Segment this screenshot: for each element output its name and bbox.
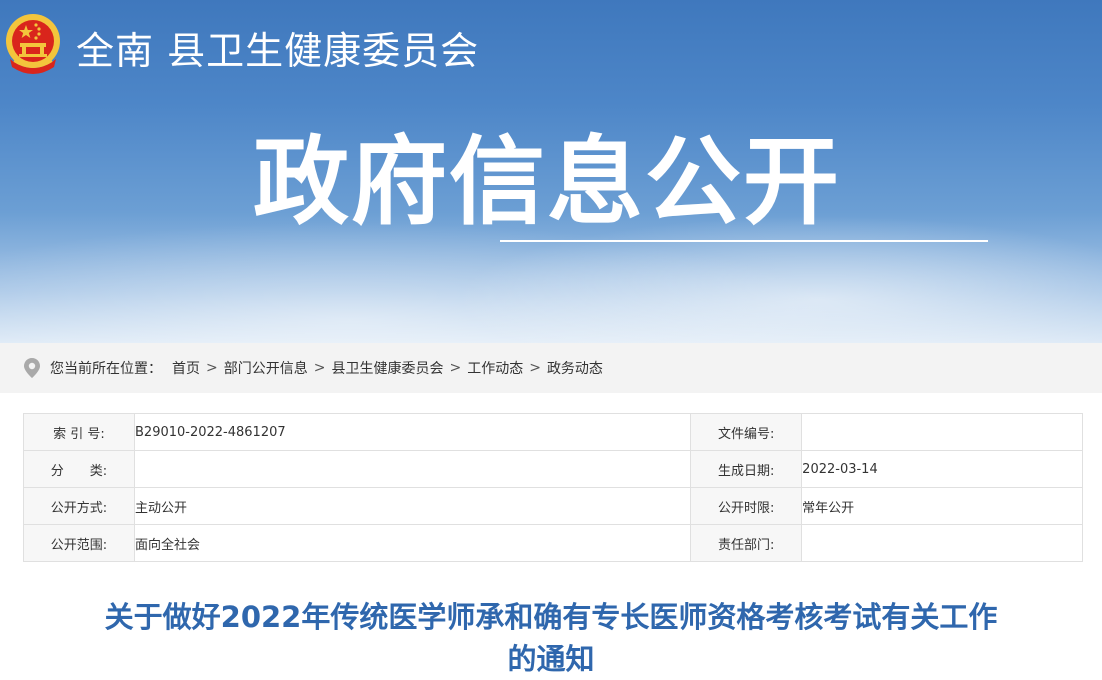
breadcrumb-work-news[interactable]: 工作动态 <box>467 358 523 378</box>
breadcrumb-separator: > <box>529 360 541 376</box>
breadcrumb-department-info[interactable]: 部门公开信息 <box>224 358 308 378</box>
disclosure-period-label: 公开时限: <box>690 487 803 525</box>
article-title: 关于做好2022年传统医学师承和确有专长医师资格考核考试有关工作 的通知 <box>20 596 1082 680</box>
document-number-label: 文件编号: <box>690 413 803 451</box>
disclosure-scope-value: 面向全社会 <box>133 524 692 562</box>
article-title-line-2: 的通知 <box>507 642 595 676</box>
created-date-label: 生成日期: <box>690 450 803 488</box>
responsible-department-label: 责任部门: <box>690 524 803 562</box>
breadcrumb-government-news[interactable]: 政务动态 <box>547 358 603 378</box>
category-value <box>133 450 692 488</box>
breadcrumb: 您当前所在位置： 首页 > 部门公开信息 > 县卫生健康委员会 > 工作动态 >… <box>0 343 1102 393</box>
breadcrumb-separator: > <box>449 360 462 376</box>
disclosure-method-label: 公开方式: <box>23 487 135 525</box>
document-metadata-table: 索 引 号: B29010-2022-4861207 文件编号: 分 类: 生成… <box>23 413 1083 562</box>
article-title-line-1: 关于做好2022年传统医学师承和确有专长医师资格考核考试有关工作 <box>104 600 998 634</box>
breadcrumb-home[interactable]: 首页 <box>172 358 200 378</box>
breadcrumb-health-commission[interactable]: 县卫生健康委员会 <box>331 358 443 378</box>
table-row: 公开范围: 面向全社会 责任部门: <box>23 524 1083 562</box>
category-label: 分 类: <box>23 450 135 488</box>
banner-title-underline <box>500 240 988 242</box>
location-pin-icon <box>24 358 40 378</box>
document-number-value <box>801 413 1083 451</box>
disclosure-method-value: 主动公开 <box>133 487 692 525</box>
table-row: 分 类: 生成日期: 2022-03-14 <box>23 450 1083 488</box>
disclosure-scope-label: 公开范围: <box>23 524 135 562</box>
responsible-department-value <box>801 524 1083 562</box>
index-number-label: 索 引 号: <box>23 413 135 451</box>
header-banner: 全南 县卫生健康委员会 政府信息公开 <box>0 0 1102 343</box>
breadcrumb-separator: > <box>206 360 218 376</box>
site-org-name[interactable]: 全南 县卫生健康委员会 <box>76 20 479 75</box>
breadcrumb-prefix: 您当前所在位置： <box>50 361 162 377</box>
national-emblem-icon[interactable] <box>4 13 62 75</box>
banner-title: 政府信息公开 <box>253 126 841 238</box>
table-row: 索 引 号: B29010-2022-4861207 文件编号: <box>23 413 1083 451</box>
disclosure-period-value: 常年公开 <box>801 487 1083 525</box>
table-row: 公开方式: 主动公开 公开时限: 常年公开 <box>23 487 1083 525</box>
created-date-value: 2022-03-14 <box>801 450 1083 488</box>
breadcrumb-separator: > <box>313 360 326 376</box>
index-number-value: B29010-2022-4861207 <box>133 413 692 451</box>
